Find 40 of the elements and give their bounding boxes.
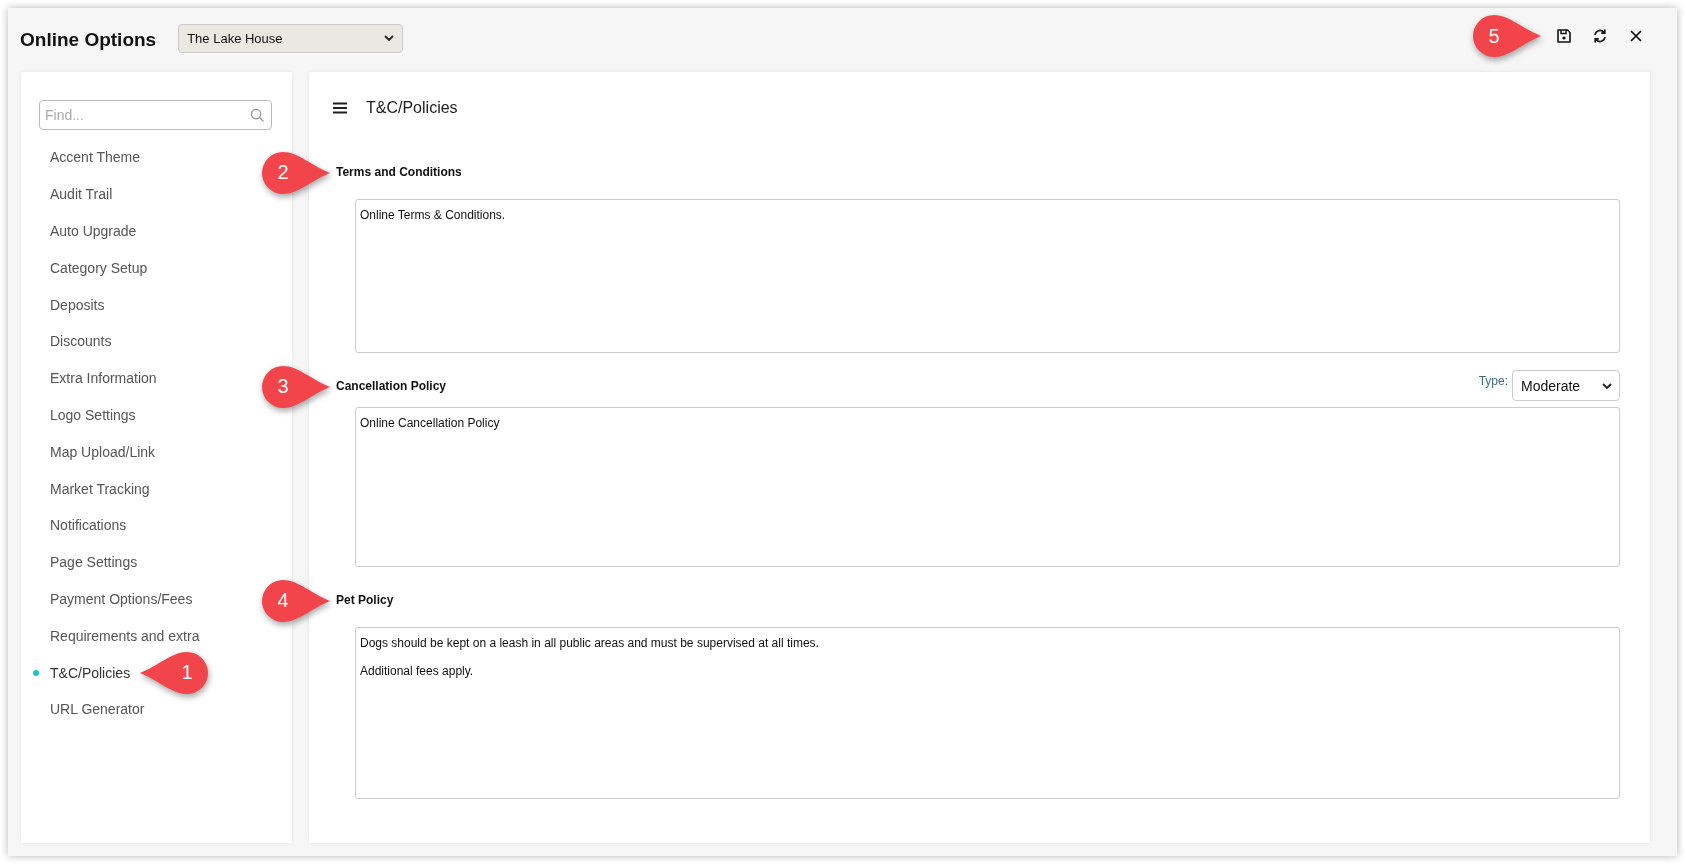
caret-icon xyxy=(1602,382,1612,389)
sidebar-item[interactable]: Market Tracking xyxy=(21,476,150,501)
sidebar-item[interactable]: Category Setup xyxy=(21,255,148,280)
text-area[interactable]: Online Cancellation Policy xyxy=(355,407,1620,567)
search-icon xyxy=(250,108,265,123)
menu-button[interactable] xyxy=(331,100,349,116)
sidebar-item[interactable]: Accent Theme xyxy=(21,145,140,170)
caret-icon xyxy=(384,35,395,41)
search-field[interactable]: Find... xyxy=(39,100,272,130)
text-area[interactable]: Online Terms & Conditions. xyxy=(355,199,1620,353)
type-dropdown[interactable]: Moderate xyxy=(1512,370,1620,401)
section-heading: Pet Policy xyxy=(336,592,394,607)
callout-badge: 1 xyxy=(138,649,211,696)
callout-badge: 2 xyxy=(260,149,332,196)
sidebar-item[interactable]: URL Generator xyxy=(21,697,145,722)
page-title: T&C/Policies xyxy=(366,99,458,117)
refresh-icon xyxy=(1592,28,1608,44)
sidebar-item[interactable]: Logo Settings xyxy=(21,402,136,427)
callout-badge: 3 xyxy=(260,363,332,410)
sidebar-item[interactable]: Payment Options/Fees xyxy=(21,586,193,611)
sidebar-item[interactable]: Map Upload/Link xyxy=(21,439,156,464)
section-heading: Cancellation Policy xyxy=(336,378,447,393)
text-area[interactable]: Dogs should be kept on a leash in all public areas and must be supervised at all times. Additional fees apply. xyxy=(355,627,1620,799)
save-icon xyxy=(1556,28,1572,44)
field-label: Type: xyxy=(1478,373,1508,388)
callout-badge: 5 xyxy=(1471,13,1543,59)
sidebar-item[interactable]: Deposits xyxy=(21,292,105,317)
sidebar-item[interactable]: Discounts xyxy=(21,329,112,354)
sidebar-item[interactable]: T&C/Policies xyxy=(21,660,131,685)
property-dropdown[interactable]: The Lake House xyxy=(178,23,404,53)
callout-badge: 4 xyxy=(260,577,332,624)
sidebar-item[interactable]: Requirements and extra xyxy=(21,623,200,648)
sidebar-item[interactable]: Audit Trail xyxy=(21,182,113,207)
window-title: Online Options xyxy=(20,29,157,51)
section-heading: Terms and Conditions xyxy=(336,164,462,179)
sidebar-item[interactable]: Extra Information xyxy=(21,366,157,391)
sidebar-item[interactable]: Page Settings xyxy=(21,550,138,575)
sidebar-item[interactable]: Auto Upgrade xyxy=(21,219,137,243)
close-icon xyxy=(1628,28,1644,44)
sidebar-item[interactable]: Notifications xyxy=(21,513,127,538)
